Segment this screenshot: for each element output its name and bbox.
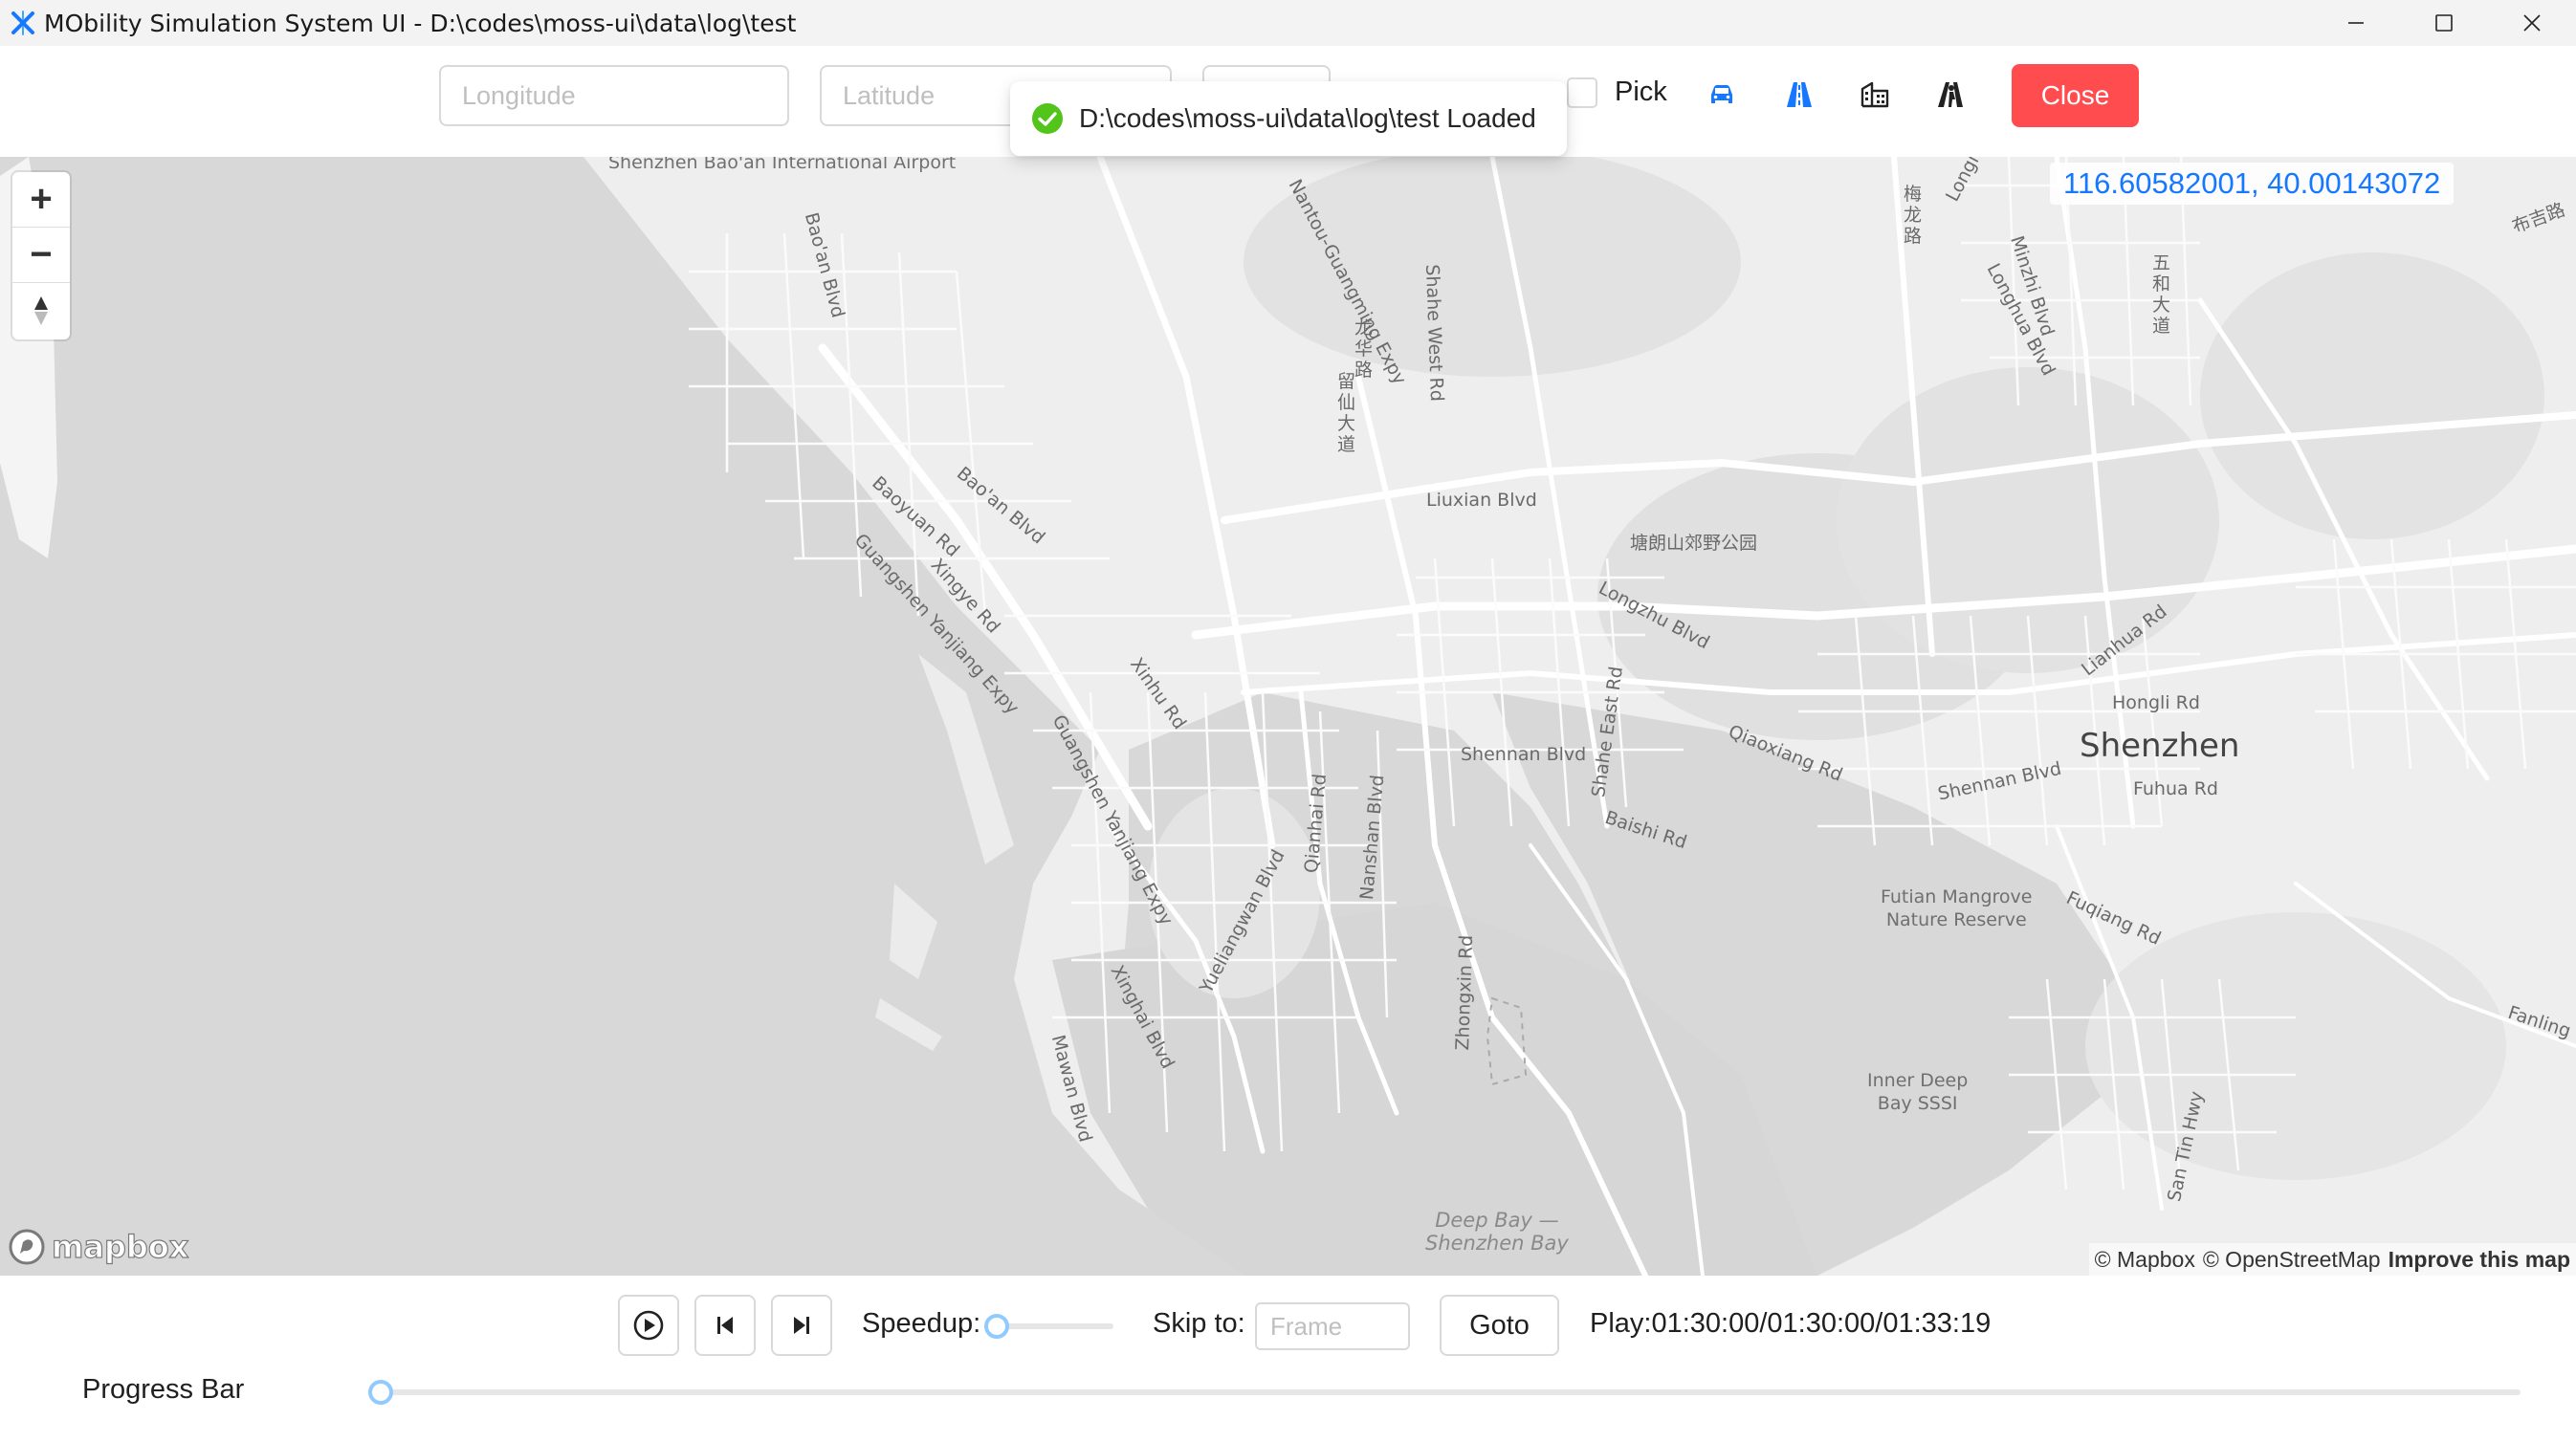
skip-to-label: Skip to: — [1153, 1308, 1245, 1339]
step-forward-icon — [794, 1317, 809, 1334]
mapbox-logo[interactable]: mapbox — [8, 1228, 189, 1266]
frame-input[interactable] — [1255, 1302, 1410, 1350]
check-circle-icon — [1032, 103, 1063, 134]
map-label-liuxian-cn: 留仙大道 — [1337, 371, 1356, 455]
play-status: Play:01:30:00/01:30:00/01:33:19 — [1590, 1308, 1992, 1339]
step-forward-button[interactable] — [771, 1295, 832, 1356]
longitude-input[interactable] — [439, 65, 789, 126]
zoom-out-icon[interactable]: − — [12, 228, 70, 283]
close-button[interactable]: Close — [2012, 64, 2139, 127]
mapbox-logo-text: mapbox — [51, 1228, 189, 1265]
building-icon[interactable] — [1853, 73, 1897, 117]
map-label-deep-bay: Deep Bay — Shenzhen Bay — [1425, 1209, 1569, 1255]
progress-slider-handle[interactable] — [368, 1380, 393, 1405]
pick-label: Pick — [1615, 76, 1667, 107]
map-label-inner-deep-bay: Inner Deep Bay SSSI — [1867, 1070, 1969, 1114]
map-label-futian-mangrove: Futian Mangrove Nature Reserve — [1881, 886, 2033, 930]
map-label-meilong-cn: 梅龙路 — [1904, 184, 1923, 247]
compass-icon[interactable] — [12, 283, 70, 339]
map-label-tangming-park: 塘朗山郊野公园 — [1630, 533, 1758, 554]
pick-checkbox[interactable]: Pick — [1567, 76, 1667, 108]
app-logo-icon — [11, 11, 34, 35]
map-label-airport: Shenzhen Bao'an International Airport — [608, 157, 957, 173]
mapbox-logo-icon — [9, 1229, 45, 1265]
step-backward-icon — [717, 1317, 733, 1334]
map-label-zhongxin: Zhongxin Rd — [1452, 934, 1478, 1051]
progress-bar-label: Progress Bar — [82, 1374, 245, 1405]
speedup-label: Speedup: — [862, 1308, 981, 1339]
close-icon[interactable] — [2488, 0, 2576, 46]
map-label-shenzhen: Shenzhen — [2080, 727, 2240, 765]
window-controls — [2312, 0, 2576, 46]
map-label-wuhe-cn: 五和大道 — [2152, 252, 2171, 337]
zoom-in-icon[interactable]: + — [12, 172, 70, 228]
progress-slider-track[interactable] — [380, 1389, 2521, 1395]
load-success-toast: D:\codes\moss-ui\data\log\test Loaded — [1010, 81, 1567, 156]
maximize-icon[interactable] — [2400, 0, 2488, 46]
road-icon[interactable] — [1777, 73, 1821, 117]
map-label-fuhua: Fuhua Rd — [2133, 778, 2218, 799]
map-label-hongli: Hongli Rd — [2112, 692, 2200, 713]
title-bar: MObility Simulation System UI - D:\codes… — [0, 0, 2576, 46]
pick-checkbox-box[interactable] — [1567, 76, 1597, 108]
attribution-osm[interactable]: © OpenStreetMap — [2203, 1247, 2381, 1273]
attribution-mapbox[interactable]: © Mapbox — [2095, 1247, 2195, 1273]
coordinate-display: 116.60582001, 40.00143072 — [2050, 163, 2455, 205]
map-canvas[interactable]: Shenzhen Bao'an International Airport Ba… — [0, 157, 2576, 1276]
zoom-control: + − — [12, 172, 70, 339]
play-icon — [633, 1310, 664, 1341]
map-label-liuxian: Liuxian Blvd — [1426, 490, 1537, 511]
map-label-shennan-1: Shennan Blvd — [1461, 744, 1587, 765]
goto-button[interactable]: Goto — [1440, 1295, 1559, 1356]
minimize-icon[interactable] — [2312, 0, 2400, 46]
car-icon[interactable] — [1700, 73, 1744, 117]
map-attribution: © Mapbox © OpenStreetMap Improve this ma… — [2088, 1243, 2576, 1276]
attribution-improve[interactable]: Improve this map — [2389, 1247, 2570, 1273]
toast-message: D:\codes\moss-ui\data\log\test Loaded — [1079, 103, 1536, 133]
pedestrian-road-icon[interactable] — [1928, 73, 1972, 117]
speedup-slider-handle[interactable] — [984, 1314, 1009, 1339]
play-button[interactable] — [618, 1295, 679, 1356]
step-backward-button[interactable] — [694, 1295, 756, 1356]
playback-controls: Speedup: Skip to: Goto Play:01:30:00/01:… — [0, 1276, 2576, 1442]
window-title: MObility Simulation System UI - D:\codes… — [44, 9, 797, 37]
